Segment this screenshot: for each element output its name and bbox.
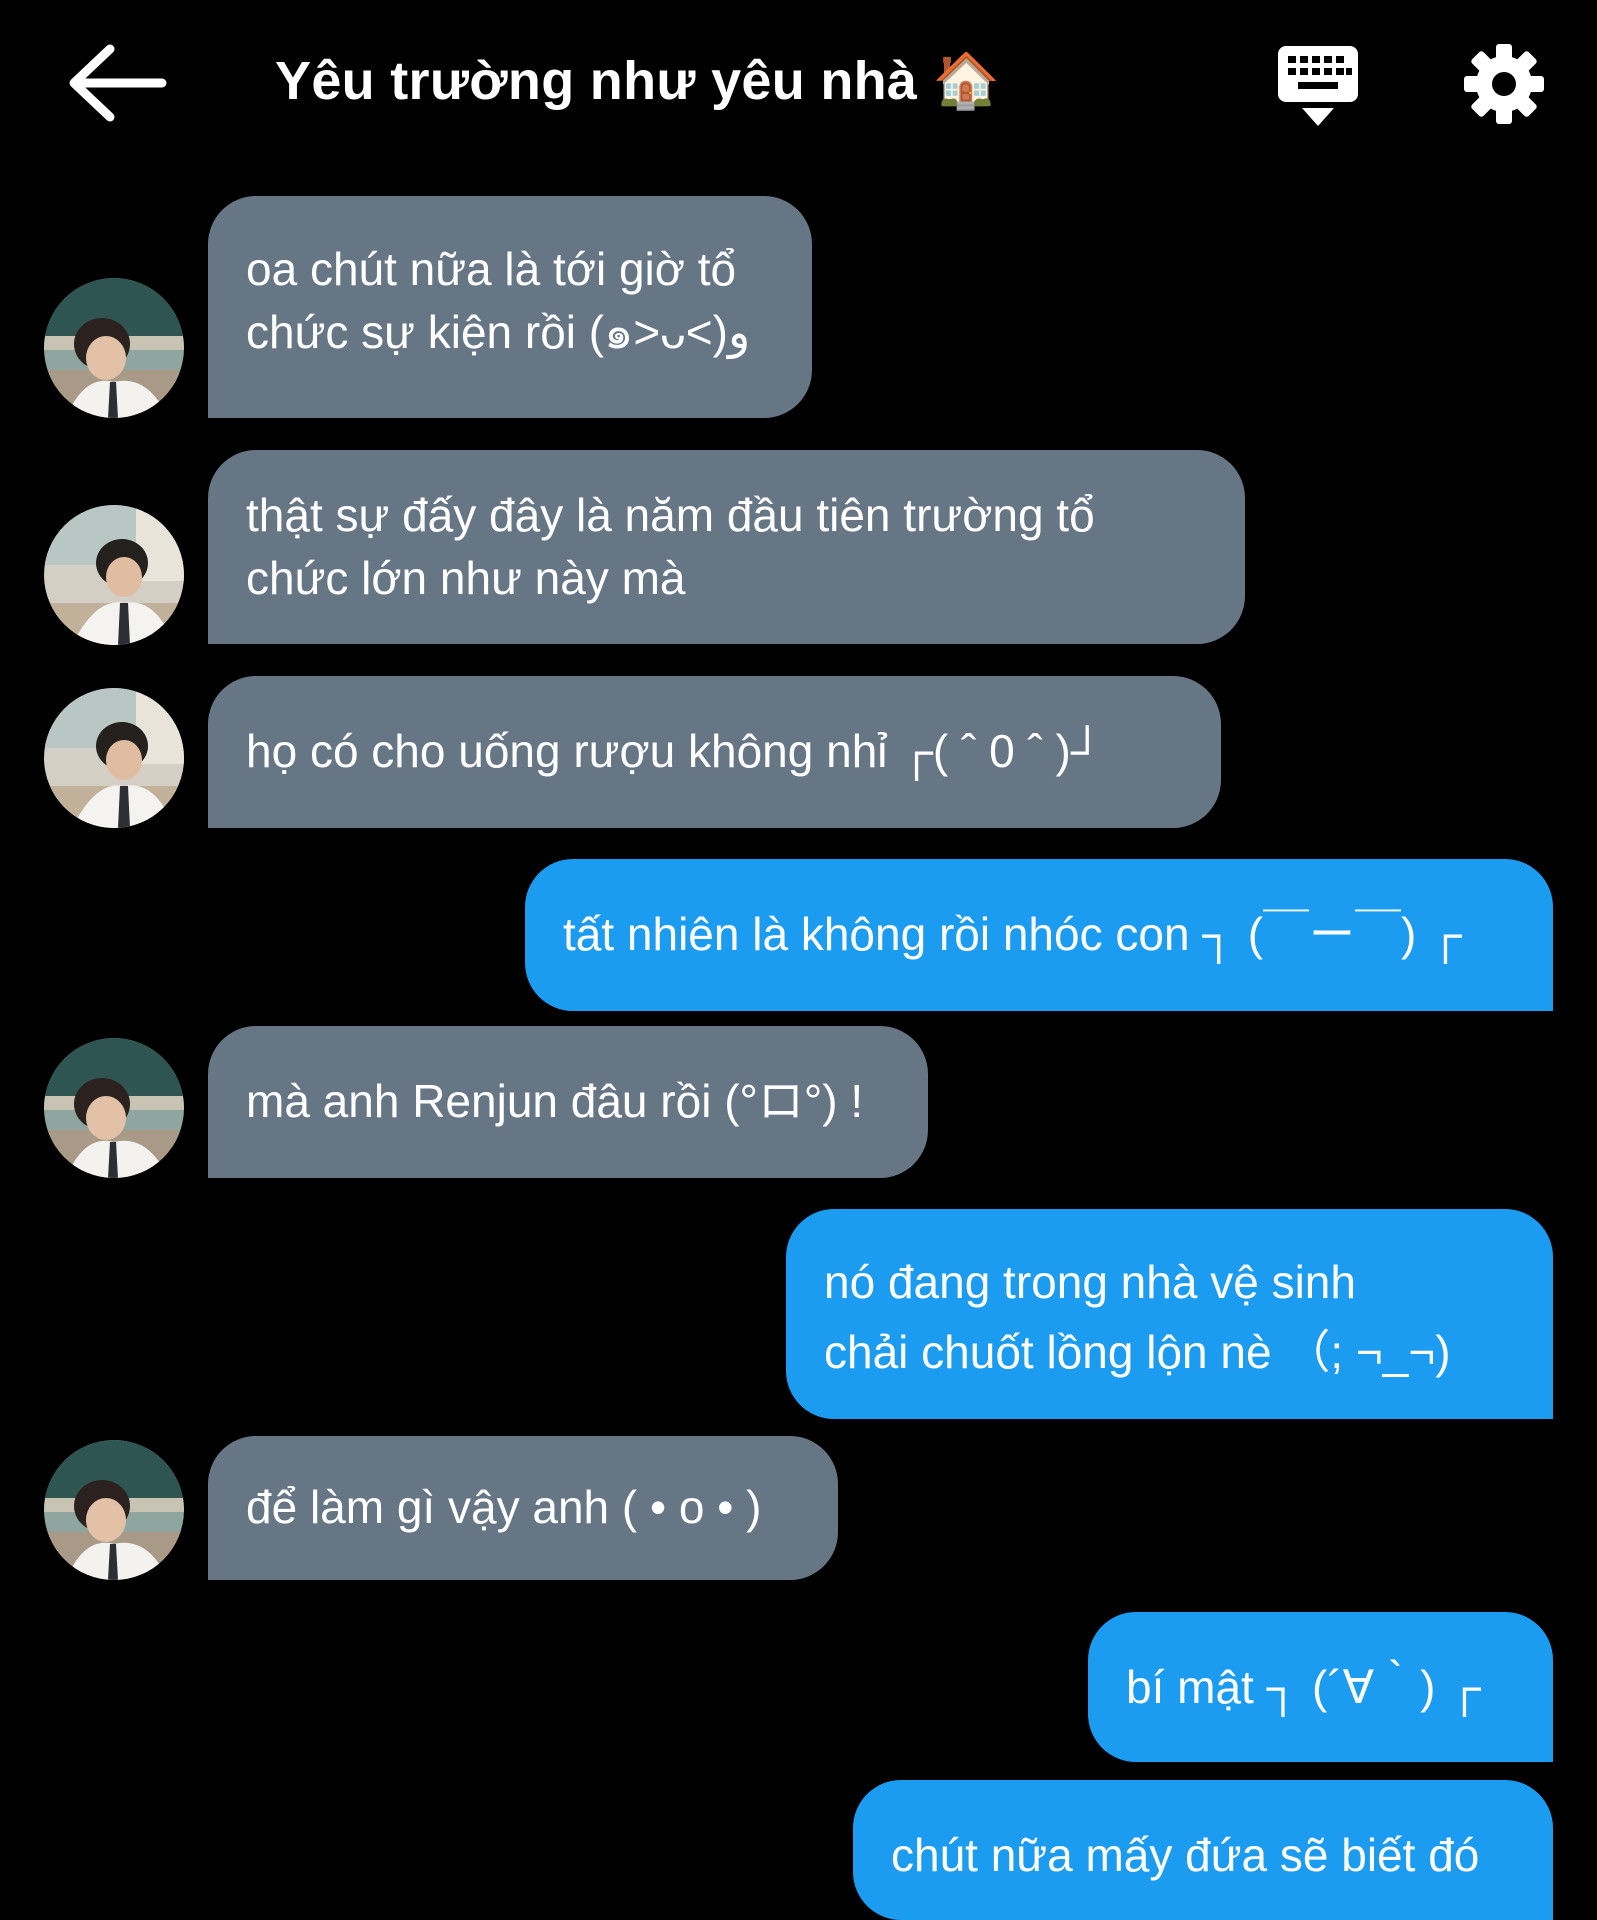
message-bubble-incoming[interactable]: họ có cho uống rượu không nhỉ ┌( ˆ 0 ˆ )…: [208, 676, 1221, 828]
message-text: để làm gì vậy anh ( • o • ): [246, 1481, 762, 1533]
message-text: chức sự kiện rồi (๑˃ᴗ˂)ﻭ: [246, 306, 751, 358]
avatar[interactable]: [44, 688, 184, 828]
keyboard-hide-icon: [1278, 46, 1358, 126]
house-emoji: 🏠: [932, 51, 1001, 111]
message-text: oa chút nữa là tới giờ tổ: [246, 243, 737, 295]
chat-title-text: Yêu trường như yêu nhà: [275, 51, 918, 111]
message-text: chải chuốt lồng lộn nè （; ¬_¬): [824, 1326, 1451, 1378]
message-text: chút nữa mấy đứa sẽ biết đó: [891, 1829, 1480, 1881]
gear-icon: [1464, 44, 1544, 124]
message-bubble-outgoing[interactable]: tất nhiên là không rồi nhóc con ┐ (￣ー￣) …: [525, 859, 1553, 1011]
chat-title: Yêu trường như yêu nhà 🏠: [275, 50, 1000, 113]
message-text: mà anh Renjun đâu rồi (°ロ°) !: [246, 1075, 864, 1127]
message-bubble-outgoing[interactable]: bí mật ┐ (´∀｀) ┌: [1088, 1612, 1553, 1762]
avatar-photo: [44, 1038, 184, 1178]
avatar[interactable]: [44, 278, 184, 418]
arrow-left-icon: [69, 44, 167, 122]
avatar-photo: [44, 505, 184, 645]
avatar-photo: [44, 278, 184, 418]
avatar[interactable]: [44, 1038, 184, 1178]
message-text: nó đang trong nhà vệ sinh: [824, 1256, 1356, 1308]
avatar[interactable]: [44, 505, 184, 645]
back-button[interactable]: [66, 42, 176, 124]
avatar-photo: [44, 688, 184, 828]
message-text: họ có cho uống rượu không nhỉ ┌( ˆ 0 ˆ )…: [246, 725, 1104, 777]
message-bubble-incoming[interactable]: để làm gì vậy anh ( • o • ): [208, 1436, 838, 1580]
message-text: bí mật ┐ (´∀｀) ┌: [1126, 1661, 1481, 1713]
message-bubble-outgoing[interactable]: nó đang trong nhà vệ sinh chải chuốt lồn…: [786, 1209, 1553, 1419]
message-bubble-incoming[interactable]: thật sự đấy đây là năm đầu tiên trường t…: [208, 450, 1245, 644]
chat-header: Yêu trường như yêu nhà 🏠: [0, 0, 1597, 168]
avatar-photo: [44, 1440, 184, 1580]
message-bubble-incoming[interactable]: oa chút nữa là tới giờ tổ chức sự kiện r…: [208, 196, 812, 418]
message-bubble-incoming[interactable]: mà anh Renjun đâu rồi (°ロ°) !: [208, 1026, 928, 1178]
keyboard-toggle-button[interactable]: [1276, 44, 1360, 130]
avatar[interactable]: [44, 1440, 184, 1580]
message-text: chức lớn như này mà: [246, 552, 686, 604]
settings-button[interactable]: [1462, 42, 1546, 126]
message-text: thật sự đấy đây là năm đầu tiên trường t…: [246, 489, 1095, 541]
message-text: tất nhiên là không rồi nhóc con ┐ (￣ー￣) …: [563, 908, 1462, 960]
message-bubble-outgoing[interactable]: chút nữa mấy đứa sẽ biết đó: [853, 1780, 1553, 1920]
